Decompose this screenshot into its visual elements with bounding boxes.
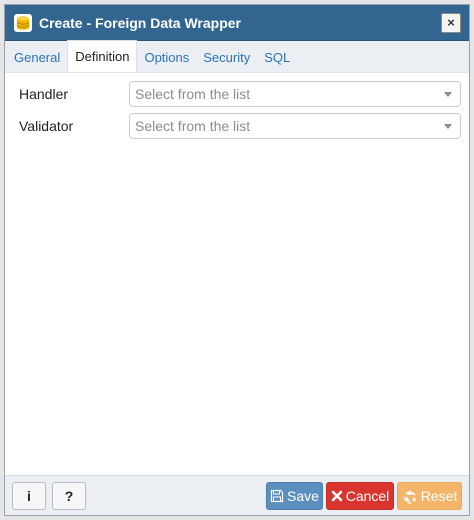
reset-button[interactable]: Reset — [397, 481, 462, 510]
help-button[interactable]: ? — [52, 481, 86, 510]
reset-label: Reset — [420, 487, 458, 504]
tab-security[interactable]: Security — [196, 42, 257, 72]
save-button[interactable]: Save — [266, 481, 323, 510]
chevron-down-icon — [444, 123, 452, 129]
database-icon — [13, 13, 33, 33]
tab-sql[interactable]: SQL — [257, 42, 297, 72]
close-button[interactable]: × — [441, 12, 461, 33]
cancel-label: Cancel — [345, 487, 390, 504]
validator-row: Validator Select from the list — [13, 111, 461, 141]
x-icon — [331, 490, 343, 501]
dialog-titlebar[interactable]: Create - Foreign Data Wrapper × — [5, 5, 469, 41]
recycle-icon — [403, 489, 416, 504]
validator-placeholder: Select from the list — [135, 118, 251, 134]
dialog-title: Create - Foreign Data Wrapper — [39, 14, 242, 31]
tab-options[interactable]: Options — [137, 42, 196, 72]
dialog-footer: i ? Save Cancel Reset — [5, 475, 469, 515]
tab-bar: General Definition Options Security SQL — [5, 40, 469, 73]
chevron-down-icon — [444, 91, 452, 97]
definition-panel: Handler Select from the list Validator S… — [5, 73, 469, 475]
validator-label: Validator — [19, 118, 74, 134]
save-label: Save — [287, 487, 319, 504]
tab-definition[interactable]: Definition — [67, 40, 138, 72]
floppy-disk-icon — [270, 489, 284, 502]
handler-row: Handler Select from the list — [13, 79, 461, 109]
handler-select[interactable]: Select from the list — [129, 81, 461, 107]
validator-select[interactable]: Select from the list — [129, 113, 461, 139]
info-button[interactable]: i — [12, 481, 46, 510]
create-fdw-dialog: Create - Foreign Data Wrapper × General … — [4, 4, 470, 516]
handler-label: Handler — [19, 86, 69, 102]
tab-general[interactable]: General — [7, 42, 67, 72]
handler-placeholder: Select from the list — [135, 86, 251, 102]
cancel-button[interactable]: Cancel — [326, 481, 394, 510]
